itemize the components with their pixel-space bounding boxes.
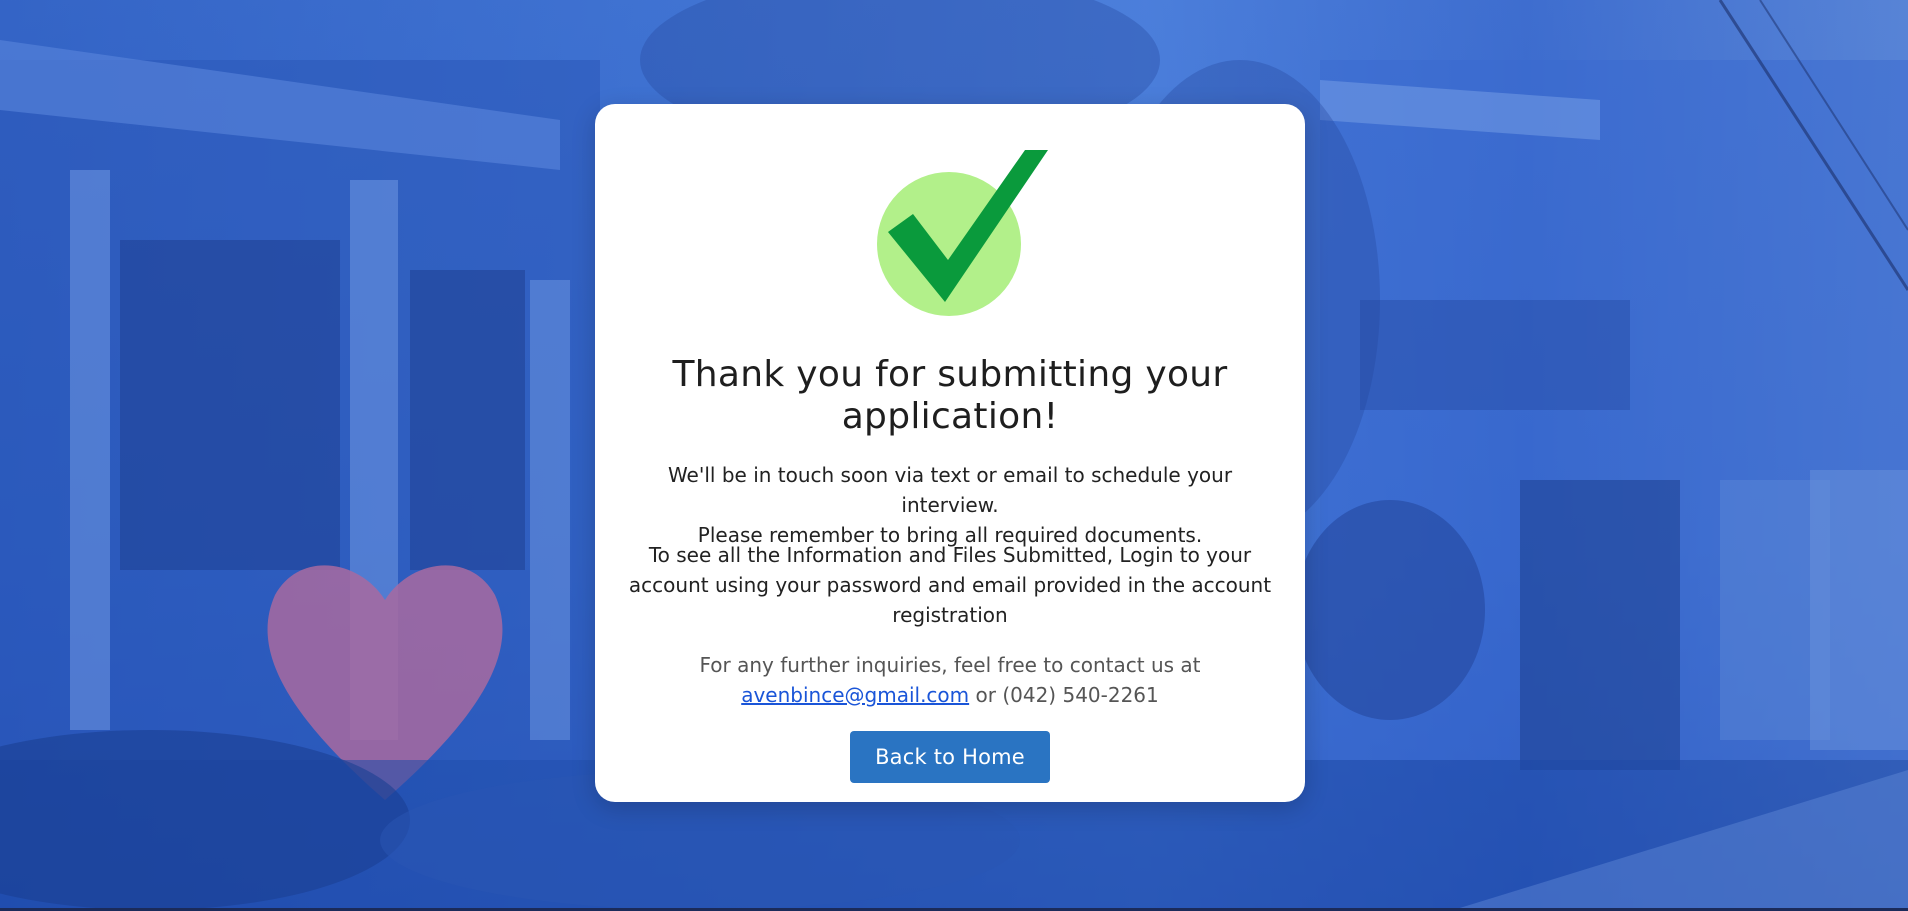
interview-message-line1: We'll be in touch soon via text or email…: [667, 463, 1233, 517]
contact-email-link[interactable]: avenbince@gmail.com: [741, 683, 969, 707]
confirmation-title: Thank you for submitting your applicatio…: [672, 354, 1228, 437]
contact-info: For any further inquiries, feel free to …: [619, 650, 1281, 710]
confirmation-card: Thank you for submitting your applicatio…: [595, 104, 1305, 802]
contact-phone: (042) 540-2261: [1002, 683, 1159, 707]
contact-separator: or: [975, 683, 996, 707]
contact-prefix: For any further inquiries, feel free to …: [699, 653, 1201, 677]
login-info-text: To see all the Information and Files Sub…: [628, 543, 1272, 627]
back-to-home-button[interactable]: Back to Home: [850, 731, 1050, 783]
interview-message: We'll be in touch soon via text or email…: [619, 460, 1281, 550]
check-circle-icon: [855, 144, 1055, 324]
